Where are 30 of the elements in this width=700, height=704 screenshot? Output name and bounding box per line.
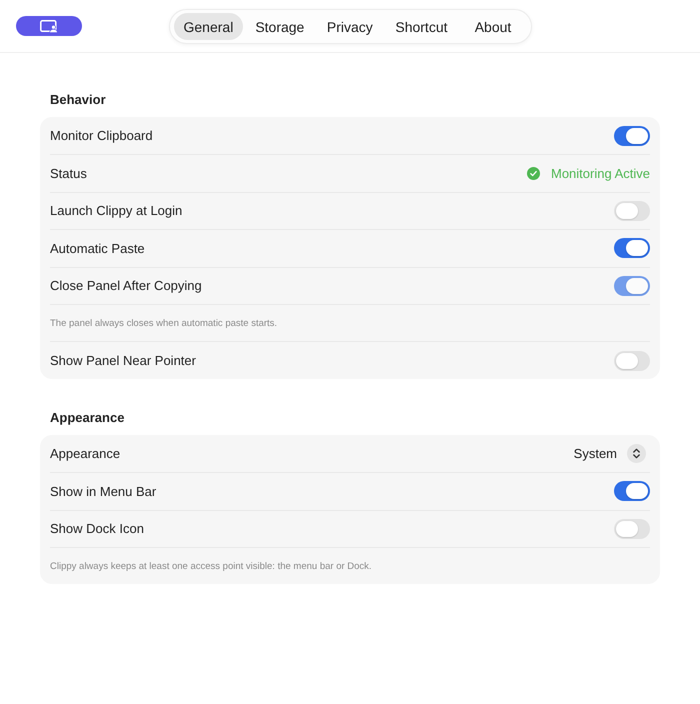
tab[interactable]: Storage [245,13,314,40]
toggle-switch[interactable] [614,126,650,146]
tab[interactable]: About [460,13,526,40]
helper-note: The panel always closes when automatic paste starts. [50,318,278,329]
tab[interactable]: General [174,13,244,40]
screen-person-icon [40,20,58,32]
toggle-switch[interactable] [614,481,650,502]
section-title: Behavior [50,91,107,109]
setting-label: Launch Clippy at Login [50,203,182,218]
toggle-switch[interactable] [614,518,650,539]
setting-label: Appearance [50,446,120,461]
helper-note: Clippy always keeps at least one access point visible: the menu bar or Dock. [50,560,372,572]
chevron-up-down-icon [627,444,646,463]
status-text: Monitoring Active [551,166,650,182]
app-button[interactable] [16,16,82,36]
setting-label: Show Dock Icon [50,521,144,536]
check-circle-icon [527,167,540,180]
toggle-switch[interactable] [614,238,650,258]
tab[interactable]: Shortcut [385,13,458,40]
setting-label: Status [50,166,87,182]
setting-label: Automatic Paste [50,240,145,256]
toggle-switch[interactable] [614,200,650,221]
appearance-select[interactable]: System [574,444,650,463]
setting-label: Show in Menu Bar [50,484,156,499]
section-title: Appearance [50,408,126,427]
toggle-switch[interactable] [614,350,650,371]
setting-label: Close Panel After Copying [50,278,202,294]
tab[interactable]: Privacy [316,13,384,40]
setting-label: Show Panel Near Pointer [50,353,196,368]
setting-label: Monitor Clipboard [50,128,153,144]
